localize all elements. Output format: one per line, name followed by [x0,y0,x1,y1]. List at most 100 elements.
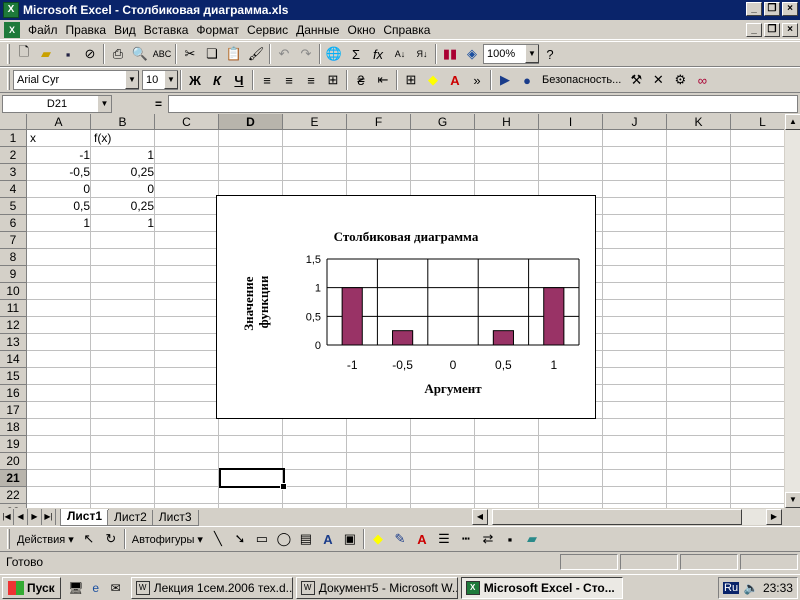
italic-button[interactable]: К [206,69,228,91]
row-header-5[interactable]: 5 [0,198,27,215]
3d-icon[interactable]: ▰ [521,528,543,550]
cell-B3[interactable]: 0,25 [92,164,156,181]
column-header-F[interactable]: F [347,114,411,130]
workbook-icon[interactable]: X [4,21,20,38]
font-color-icon[interactable]: A [411,528,433,550]
menu-edit[interactable]: Правка [62,23,111,37]
cell-A6[interactable]: 1 [28,215,92,232]
task-excel[interactable]: X Microsoft Excel - Сто... [460,576,623,599]
row-header-1[interactable]: 1 [0,130,27,147]
row-header-8[interactable]: 8 [0,249,27,266]
start-button[interactable]: Пуск [2,576,61,599]
menu-format[interactable]: Формат [192,23,243,37]
row-header-7[interactable]: 7 [0,232,27,249]
sheet-tab-2[interactable]: Лист2 [107,510,154,526]
font-select[interactable]: Arial Cyr ▼ [13,70,139,90]
undo-icon[interactable]: ↶ [273,43,295,65]
record-macro-icon[interactable]: ● [516,69,538,91]
last-sheet-icon[interactable]: ▶| [42,509,56,525]
scroll-left-icon[interactable]: ◀ [472,509,488,525]
row-header-13[interactable]: 13 [0,334,27,351]
first-sheet-icon[interactable]: |◀ [0,509,14,525]
bold-button[interactable]: Ж [184,69,206,91]
restore-button[interactable]: ❐ [764,2,780,16]
save-icon[interactable]: ▪ [57,43,79,65]
drawing-icon[interactable]: ◈ [461,43,483,65]
scroll-right-icon[interactable]: ▶ [766,509,782,525]
format-painter-icon[interactable]: 🖌 [245,43,267,65]
cell-A5[interactable]: 0,5 [28,198,92,215]
menu-data[interactable]: Данные [292,23,343,37]
column-header-K[interactable]: K [667,114,731,130]
scroll-up-icon[interactable]: ▲ [785,114,800,130]
scroll-down-icon[interactable]: ▼ [785,492,800,508]
chevron-down-icon[interactable]: ▼ [125,71,139,89]
row-header-11[interactable]: 11 [0,300,27,317]
menu-view[interactable]: Вид [110,23,140,37]
chevron-down-icon[interactable]: ▼ [97,96,111,112]
minimize-button[interactable]: _ [746,2,762,16]
row-header-6[interactable]: 6 [0,215,27,232]
cell-B4[interactable]: 0 [92,181,156,198]
line-icon[interactable]: ╲ [207,528,229,550]
excel-app-icon[interactable]: X [3,2,19,18]
internet-explorer-icon[interactable]: e [87,579,105,597]
row-header-4[interactable]: 4 [0,181,27,198]
text-box-icon[interactable]: ▤ [295,528,317,550]
next-sheet-icon[interactable]: ▶ [28,509,42,525]
rectangle-icon[interactable]: ▭ [251,528,273,550]
font-size-select[interactable]: 10 ▼ [142,70,178,90]
oval-icon[interactable]: ◯ [273,528,295,550]
visual-basic-editor-icon[interactable]: ✕ [647,69,669,91]
volume-icon[interactable]: 🔈 [744,581,759,595]
desktop-icon[interactable]: 🖥 [67,579,85,597]
formula-input[interactable] [168,95,798,113]
sheet-tab-3[interactable]: Лист3 [151,510,199,526]
doc-restore-button[interactable]: ❐ [764,23,780,37]
cell-B5[interactable]: 0,25 [92,198,156,215]
permission-icon[interactable]: ⊘ [79,43,101,65]
align-right-icon[interactable]: ≡ [300,69,322,91]
shadow-icon[interactable]: ▪ [499,528,521,550]
column-header-B[interactable]: B [91,114,155,130]
row-header-12[interactable]: 12 [0,317,27,334]
row-header-10[interactable]: 10 [0,283,27,300]
spelling-icon[interactable]: ABC [151,43,173,65]
toolbar-grip[interactable] [7,44,10,64]
print-preview-icon[interactable]: 🔍 [129,43,151,65]
chart-wizard-icon[interactable]: ▮▮ [439,43,461,65]
cell-A1[interactable]: x [28,130,92,147]
row-header-22[interactable]: 22 [0,487,27,504]
row-header-3[interactable]: 3 [0,164,27,181]
autoshapes-menu[interactable]: Автофигуры ▾ [128,533,207,546]
link-icon[interactable]: ∞ [691,69,713,91]
cell-A2[interactable]: -1 [28,147,92,164]
free-rotate-icon[interactable]: ↻ [100,528,122,550]
prev-sheet-icon[interactable]: ◀ [14,509,28,525]
menu-file[interactable]: Файл [24,23,62,37]
column-header-E[interactable]: E [283,114,347,130]
row-header-15[interactable]: 15 [0,368,27,385]
toolbar-grip[interactable] [7,70,10,90]
row-header-20[interactable]: 20 [0,453,27,470]
chevron-down-icon[interactable]: ▼ [164,71,178,89]
row-header-19[interactable]: 19 [0,436,27,453]
cut-icon[interactable]: ✂ [179,43,201,65]
autosum-icon[interactable]: Σ [345,43,367,65]
line-color-icon[interactable]: ✎ [389,528,411,550]
worksheet-grid[interactable]: ABCDEFGHIJKL 1 2 3 4 5 6 7 8 9 10 11 12 13 14 15 16 17 18… [0,114,800,508]
language-indicator[interactable]: Ru [723,582,740,594]
row-header-21[interactable]: 21 [0,470,27,487]
decrease-indent-icon[interactable]: ⇤ [372,69,394,91]
row-header-9[interactable]: 9 [0,266,27,283]
doc-minimize-button[interactable]: _ [746,23,762,37]
paste-icon[interactable]: 📋 [223,43,245,65]
task-word-lecture[interactable]: W Лекция 1сем.2006 тех.d... [130,576,293,599]
toolbar-grip[interactable] [7,529,10,549]
fill-color-icon[interactable]: ◆ [422,69,444,91]
run-macro-icon[interactable]: ▶ [494,69,516,91]
control-toolbox-icon[interactable]: ⚒ [625,69,647,91]
sort-ascending-icon[interactable]: A↓ [389,43,411,65]
embedded-chart[interactable]: Столбиковая диаграмма 0 0,5 1 1,5 -1 -0,5 0 0,5 1… [216,195,596,419]
row-header-18[interactable]: 18 [0,419,27,436]
